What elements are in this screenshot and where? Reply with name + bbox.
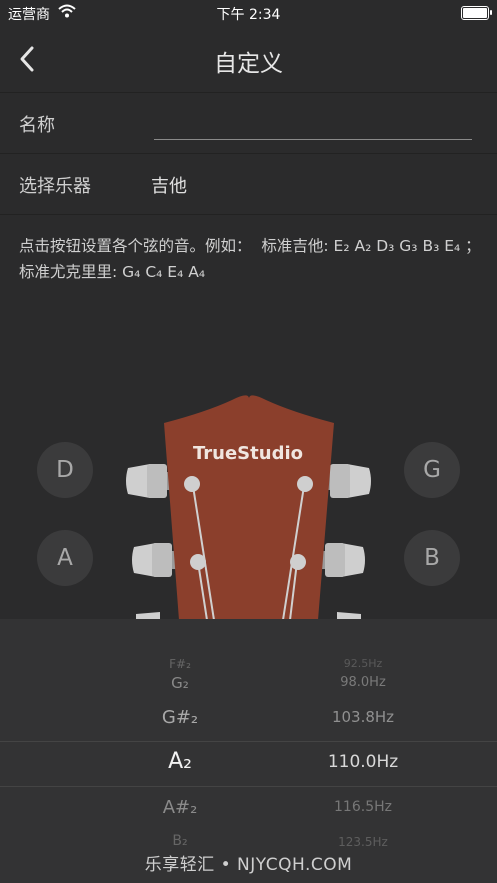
picker-row[interactable]: A#₂ 116.5Hz (0, 795, 497, 835)
picker-note: B₂ (172, 833, 188, 849)
headstock-body (164, 395, 334, 620)
picker-note: G#₂ (161, 707, 199, 728)
picker-note: A#₂ (162, 797, 198, 818)
picker-note: G₂ (171, 674, 189, 692)
watermark: 乐享轻汇 • NJYCQH.COM (144, 855, 353, 875)
picker-frequency: 103.8Hz (331, 708, 395, 726)
picker-row[interactable]: G#₂ 103.8Hz (0, 705, 497, 745)
string-button-a[interactable]: A (37, 530, 93, 586)
picker-note: F#₂ (169, 657, 191, 669)
picker-frequency-selected: 110.0Hz (327, 752, 399, 772)
brand-logo: TrueStudio (193, 443, 303, 464)
tuning-post (297, 476, 313, 492)
picker-row-selected[interactable]: A₂ 110.0Hz (0, 749, 497, 789)
picker-frequency: 116.5Hz (334, 799, 392, 815)
picker-frequency: 98.0Hz (340, 675, 386, 690)
note-picker[interactable]: F#₂ 92.5Hz G₂ 98.0Hz G#₂ 103.8Hz A₂ 110.… (0, 619, 497, 883)
picker-frequency: 92.5Hz (343, 657, 383, 669)
picker-frequency: 123.5Hz (338, 835, 388, 849)
picker-note-selected: A₂ (168, 749, 192, 774)
tuning-post (184, 476, 200, 492)
string-button-b[interactable]: B (404, 530, 460, 586)
picker-fade (0, 619, 497, 679)
tuning-post (290, 554, 306, 570)
tuning-post (190, 554, 206, 570)
picker-row[interactable]: F#₂ 92.5Hz (0, 653, 497, 669)
string-button-g[interactable]: G (404, 442, 460, 498)
guitar-headstock: TrueStudio (126, 395, 371, 620)
string-button-d[interactable]: D (37, 442, 93, 498)
